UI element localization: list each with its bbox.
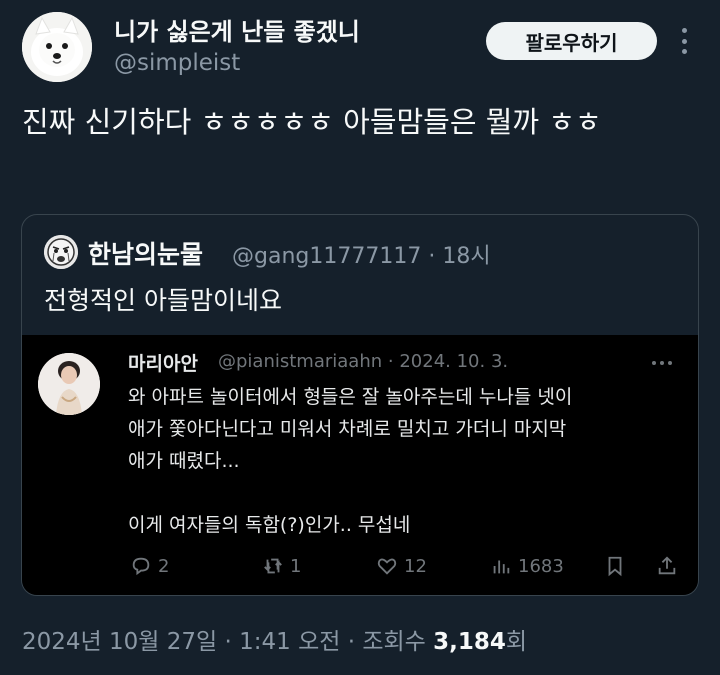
embedded-actions: 2 1 12 1683 [22,555,698,585]
embedded-more-icon [652,361,672,365]
post-meta: 2024년 10월 27일 · 1:41 오전 · 조회수 3,184회 [22,622,527,656]
embedded-date: 2024. 10. 3. [399,351,509,372]
embedded-text-line: 애가 때렸다... [128,450,240,472]
embedded-bookmark-stat [604,555,626,577]
quoted-tweet[interactable]: 한남의눈물 @gang11777117 · 18시 전형적인 아들맘이네요 마리… [21,214,699,596]
quote-author-avatar[interactable] [44,235,78,269]
separator-dot: · [387,351,400,372]
author-handle[interactable]: @simpleist [114,50,240,76]
embedded-author-handle: @pianistmariaahn [218,351,383,372]
embedded-repost-stat: 1 [262,555,301,577]
follow-button[interactable]: 팔로우하기 [486,22,657,60]
embedded-reply-count: 2 [158,555,170,577]
views-suffix: 회 [505,629,528,655]
embedded-text-line: 이게 여자들의 독함(?)인가.. 무섭네 [128,514,411,536]
quote-author-display-name[interactable]: 한남의눈물 [88,235,203,271]
embedded-views-count: 1683 [518,555,564,577]
embedded-like-count: 12 [404,555,427,577]
separator-dot: · [224,629,240,655]
share-icon [658,556,676,575]
post-date[interactable]: 2024년 10월 27일 [22,629,217,655]
more-options-icon[interactable] [676,28,692,54]
embedded-repost-count: 1 [290,555,302,577]
samoyed-dog-icon [22,12,92,82]
heart-icon [377,558,397,575]
post-time[interactable]: 1:41 오전 [239,629,340,655]
embedded-like-stat: 12 [376,555,427,577]
crying-face-icon [44,235,78,269]
embedded-share-stat [656,555,678,577]
separator-dot: · [347,629,363,655]
embedded-text-line: 애가 쫓아다닌다고 미워서 차례로 밀치고 가더니 마지막 [128,418,567,440]
quote-image[interactable]: 마리아안 @pianistmariaahn · 2024. 10. 3. 와 아… [22,335,698,595]
post-text: 진짜 신기하다 ㅎㅎㅎㅎㅎ 아들맘들은 뭘까 ㅎㅎ [22,105,602,139]
bookmark-icon [608,556,622,577]
embedded-text-line: 와 아파트 놀이터에서 형들은 잘 놀아주는데 누나들 넷이 [128,386,573,408]
portrait-photo-icon [38,353,100,415]
embedded-views-stat: 1683 [490,555,564,577]
views-label: 조회수 [362,629,426,655]
quote-time: 18시 [442,244,491,269]
embedded-reply-stat: 2 [130,555,169,577]
reply-icon [132,557,150,576]
author-avatar[interactable] [22,12,92,82]
quote-author-handle: @gang11777117 [232,244,422,269]
repost-icon [264,558,282,574]
quote-author-meta: @gang11777117 · 18시 [232,238,491,270]
embedded-text: 와 아파트 놀이터에서 형들은 잘 놀아주는데 누나들 넷이 애가 쫓아다닌다고… [128,381,688,541]
separator-dot: · [428,244,443,269]
embedded-author-avatar [38,353,100,415]
author-display-name[interactable]: 니가 싫은게 난들 좋겠니 [114,12,360,47]
quote-text: 전형적인 아들맘이네요 [44,286,282,315]
views-bar-icon [493,560,510,574]
embedded-author-display-name: 마리아안 [128,353,198,375]
embedded-text-gap [128,477,688,509]
embedded-author-meta: @pianistmariaahn · 2024. 10. 3. [218,351,508,372]
views-count[interactable]: 3,184 [433,629,506,655]
tweet: 니가 싫은게 난들 좋겠니 @simpleist 팔로우하기 진짜 신기하다 ㅎ… [0,0,720,675]
